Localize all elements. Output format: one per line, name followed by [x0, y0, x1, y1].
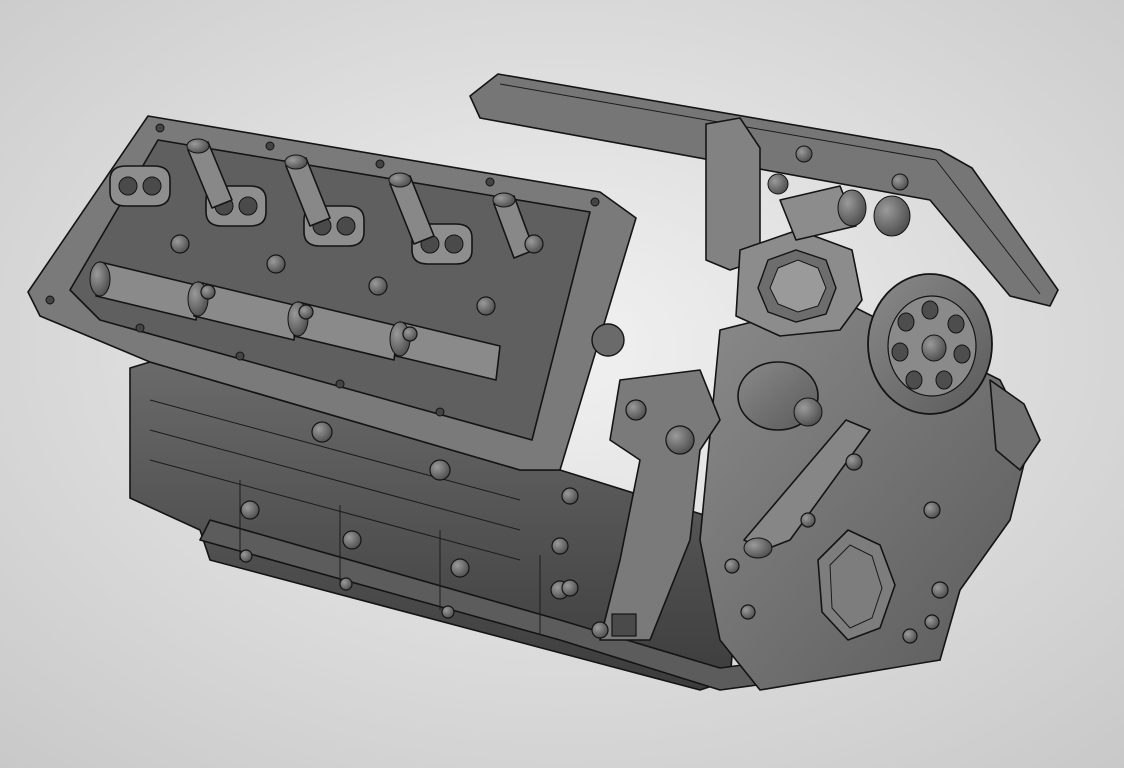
- cad-viewport[interactable]: [0, 0, 1124, 768]
- crank-pulley: [867, 273, 993, 415]
- mount-slot: [611, 613, 637, 637]
- engine-model-render[interactable]: [0, 0, 1124, 768]
- cam-disc: [591, 323, 625, 357]
